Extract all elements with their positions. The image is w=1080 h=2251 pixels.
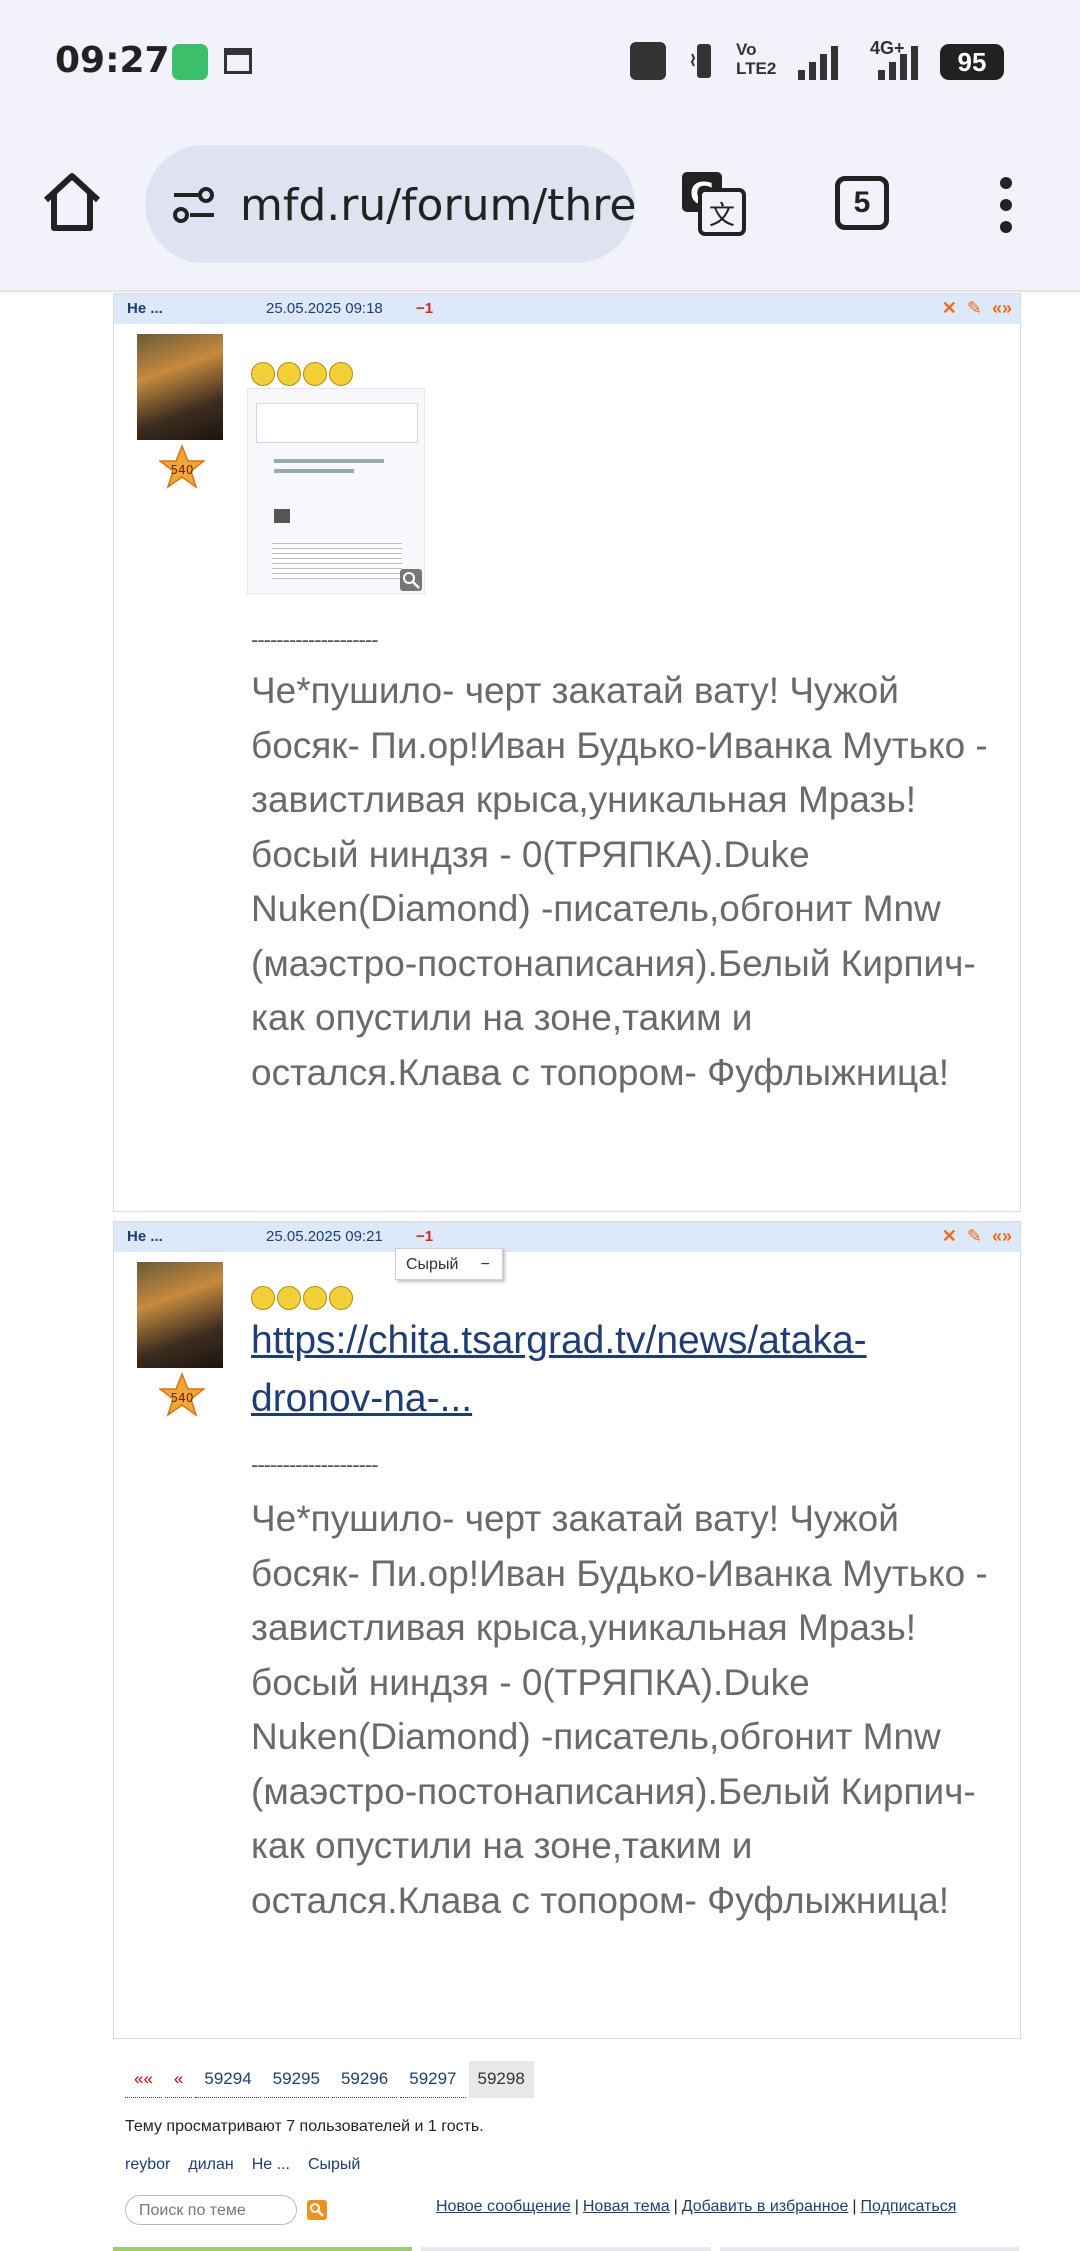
signature-divider: -------------------- <box>251 1452 379 1477</box>
quote-icon[interactable]: «» <box>992 298 1012 319</box>
vibrate-icon <box>690 42 718 80</box>
smiley-icon <box>251 1286 275 1310</box>
search-icon[interactable] <box>307 2200 327 2220</box>
page-link[interactable]: 59294 <box>195 2061 261 2098</box>
avatar[interactable] <box>137 334 223 440</box>
post-link[interactable]: https://chita.tsargrad.tv/news/ataka-dro… <box>251 1312 991 1428</box>
new-message-link[interactable]: Новое сообщение <box>436 2198 571 2215</box>
browser-toolbar: mfd.ru/forum/thre G文 5 <box>0 120 1080 292</box>
more-menu-icon[interactable] <box>996 175 1016 235</box>
post-rating[interactable]: −1 <box>416 1228 433 1245</box>
thumbnail-image <box>274 509 290 523</box>
signature-divider: -------------------- <box>251 627 379 652</box>
rank-star-icon: 540 <box>157 1371 207 1418</box>
signature-text: Че*пушило- черт закатай вату! Чужой бося… <box>251 1498 988 1921</box>
smiley-icon <box>251 362 275 386</box>
smiley-icon <box>277 362 301 386</box>
rank-value: 540 <box>171 1391 194 1405</box>
rank-star-icon: 540 <box>157 443 207 490</box>
bottom-bar-strip <box>113 2247 1019 2251</box>
user-link[interactable]: Не ... <box>252 2156 290 2174</box>
delete-icon[interactable]: ✕ <box>942 1226 957 1247</box>
svg-text:文: 文 <box>709 201 735 231</box>
smiley-icon <box>329 362 353 386</box>
post-body <box>251 362 353 386</box>
post-author[interactable]: Не ... <box>127 300 163 317</box>
rating-tooltip: Сырый − <box>395 1248 503 1280</box>
page-link[interactable]: 59297 <box>400 2061 466 2098</box>
smiley-row <box>251 362 353 386</box>
edit-icon[interactable]: ✎ <box>967 298 982 319</box>
new-topic-link[interactable]: Новая тема <box>583 2198 670 2215</box>
calendar-icon <box>224 48 252 74</box>
topic-actions: Новое сообщение | Новая тема | Добавить в из… <box>436 2198 957 2215</box>
post-date[interactable]: 25.05.2025 09:18 <box>266 300 383 317</box>
add-favorite-link[interactable]: Добавить в избранное <box>682 2198 849 2215</box>
status-time: 09:27 <box>55 40 170 81</box>
signature-text: Че*пушило- черт закатай вату! Чужой бося… <box>251 670 988 1093</box>
smiley-icon <box>303 1286 327 1310</box>
subscribe-link[interactable]: Подписаться <box>861 2198 957 2215</box>
post-header: Не ... 25.05.2025 09:21 −1 ✕ ✎ «» <box>114 1222 1020 1252</box>
thumbnail-text-block <box>272 539 402 579</box>
user-link[interactable]: reybor <box>125 2156 170 2174</box>
post-rating[interactable]: −1 <box>416 300 433 317</box>
smiley-icon <box>277 1286 301 1310</box>
thumbnail-quote-box <box>256 403 418 443</box>
viewers-info: Тему просматривают 7 пользователей и 1 г… <box>125 2118 484 2135</box>
post-date[interactable]: 25.05.2025 09:21 <box>266 1228 383 1245</box>
signal-icon-2 <box>874 42 926 87</box>
forum-post: Не ... 25.05.2025 09:18 −1 ✕ ✎ «» 540 --… <box>113 293 1021 1212</box>
post-header: Не ... 25.05.2025 09:18 −1 ✕ ✎ «» <box>114 294 1020 324</box>
zoom-icon[interactable] <box>400 569 422 591</box>
prev-page-link[interactable]: « <box>164 2061 193 2098</box>
thumbnail-text-line <box>274 469 354 473</box>
quote-icon[interactable]: «» <box>992 1226 1012 1247</box>
url-text: mfd.ru/forum/thre <box>240 180 635 231</box>
battery-icon: 95 <box>940 44 1004 80</box>
page-link[interactable]: 59296 <box>331 2061 398 2098</box>
status-bar: 09:27 Vo LTE2 4G+ 95 <box>0 0 1080 120</box>
signal-icon-1 <box>796 42 846 87</box>
screenshot-thumbnail[interactable] <box>247 388 425 594</box>
smiley-icon <box>303 362 327 386</box>
rank-value: 540 <box>171 463 194 477</box>
current-page: 59298 <box>468 2061 534 2098</box>
tab-switcher-button[interactable]: 5 <box>835 176 889 230</box>
edit-icon[interactable]: ✎ <box>967 1226 982 1247</box>
translate-icon[interactable]: G文 <box>678 168 748 238</box>
thumbnail-text-line <box>274 459 384 463</box>
home-icon[interactable] <box>40 170 104 234</box>
site-settings-icon[interactable] <box>170 183 218 227</box>
first-page-link[interactable]: «« <box>125 2061 162 2098</box>
tooltip-value: − <box>480 1256 490 1273</box>
delete-icon[interactable]: ✕ <box>942 298 957 319</box>
volte-icon: Vo LTE2 <box>736 40 777 78</box>
viewing-users-list: reybor дилан Не ... Сырый <box>125 2156 360 2174</box>
user-link[interactable]: Сырый <box>308 2156 360 2174</box>
user-link[interactable]: дилан <box>188 2156 233 2174</box>
forum-post: Не ... 25.05.2025 09:21 −1 ✕ ✎ «» 540 ht… <box>113 1221 1021 2039</box>
page-link[interactable]: 59295 <box>263 2061 329 2098</box>
tooltip-user: Сырый <box>406 1256 459 1273</box>
post-author[interactable]: Не ... <box>127 1228 163 1245</box>
avatar[interactable] <box>137 1262 223 1368</box>
topic-search-input[interactable]: Поиск по теме <box>125 2195 297 2225</box>
address-bar[interactable]: mfd.ru/forum/thre <box>145 145 635 263</box>
smiley-row <box>251 1286 353 1310</box>
nfc-icon <box>630 42 666 80</box>
post-body <box>251 1286 353 1310</box>
smiley-icon <box>329 1286 353 1310</box>
pagination: «« « 59294 59295 59296 59297 59298 <box>125 2061 537 2098</box>
app-notification-icon <box>172 44 208 80</box>
